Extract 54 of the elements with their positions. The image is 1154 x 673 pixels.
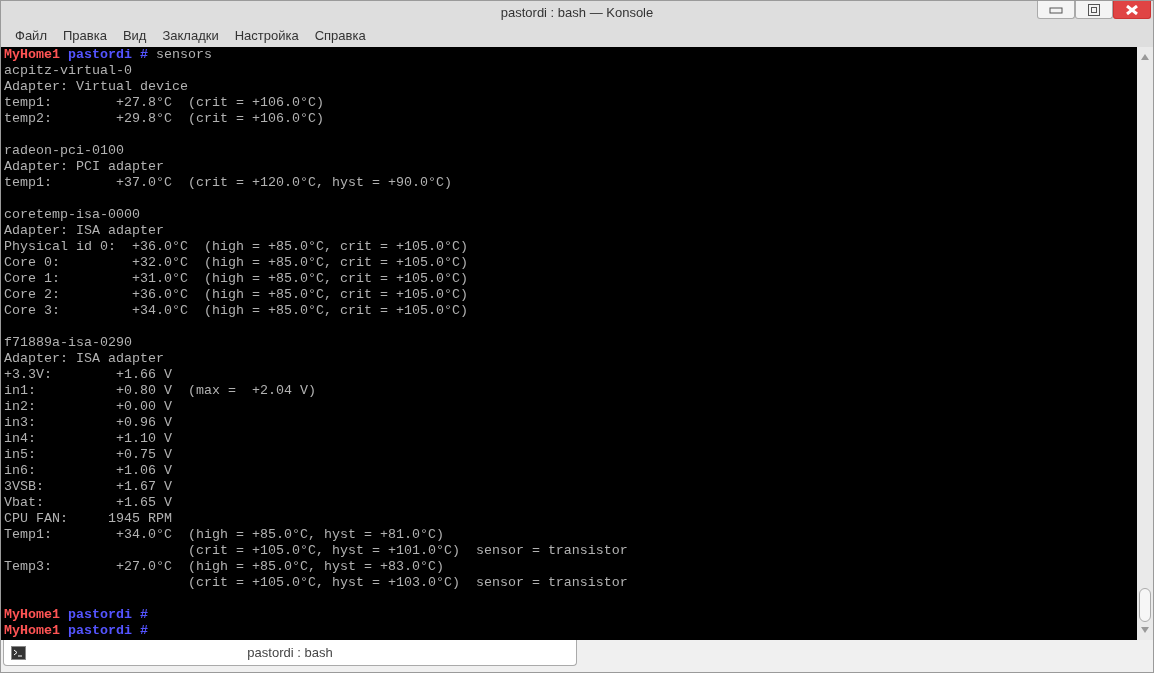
menu-item[interactable]: Вид [114,27,155,43]
output-line: +3.3V: +1.66 V [4,367,172,382]
output-line: Temp3: +27.0°C (high = +85.0°C, hyst = +83.0°C) [4,559,444,574]
terminal-icon [11,645,26,660]
terminal-tab[interactable]: pastordi : bash [3,640,577,666]
output-line: radeon-pci-0100 [4,143,124,158]
prompt-host: MyHome1 [4,607,60,622]
output-line: f71889a-isa-0290 [4,335,132,350]
maximize-button[interactable] [1075,1,1113,19]
scroll-up-icon[interactable] [1140,53,1150,61]
prompt-user: pastordi # [68,47,148,62]
output-line: CPU FAN: 1945 RPM [4,511,172,526]
minimize-icon [1049,5,1063,14]
prompt-host: MyHome1 [4,47,60,62]
prompt-user: pastordi # [68,607,148,622]
output-line: Temp1: +34.0°C (high = +85.0°C, hyst = +81.0°C) [4,527,444,542]
output-line: Physical id 0: +36.0°C (high = +85.0°C, crit = +105.0°C) [4,239,468,254]
menu-item[interactable]: Файл [7,27,55,43]
output-line: in5: +0.75 V [4,447,172,462]
output-line: Core 1: +31.0°C (high = +85.0°C, crit = +105.0°C) [4,271,468,286]
output-line: temp1: +27.8°C (crit = +106.0°C) [4,95,324,110]
menu-item[interactable]: Закладки [154,27,227,43]
output-line: (crit = +105.0°C, hyst = +103.0°C) sensor = transistor [186,575,628,590]
command-text: sensors [155,47,212,62]
output-line: 3VSB: +1.67 V [4,479,172,494]
close-icon [1126,4,1138,15]
prompt-user: pastordi # [68,623,148,638]
output-line: acpitz-virtual-0 [4,63,132,78]
maximize-icon [1088,3,1100,16]
output-line: Adapter: ISA adapter [4,351,164,366]
output-line: in1: +0.80 V (max = +2.04 V) [4,383,316,398]
output-line: in4: +1.10 V [4,431,172,446]
output-line: (crit = +105.0°C, hyst = +101.0°C) sensor = transistor [186,543,628,558]
output-line: Core 0: +32.0°C (high = +85.0°C, crit = +105.0°C) [4,255,468,270]
scroll-down-icon[interactable] [1140,626,1150,634]
scrollbar-thumb[interactable] [1139,588,1151,622]
output-line: in6: +1.06 V [4,463,172,478]
output-line: Vbat: +1.65 V [4,495,172,510]
output-line: in3: +0.96 V [4,415,172,430]
output-line: Adapter: PCI adapter [4,159,164,174]
output-line: coretemp-isa-0000 [4,207,140,222]
window-title: pastordi : bash — Konsole [500,4,654,20]
menu-item[interactable]: Справка [306,27,374,43]
prompt-host: MyHome1 [4,623,60,638]
output-line: temp1: +37.0°C (crit = +120.0°C, hyst = +90.0°C) [4,175,452,190]
output-line: Core 3: +34.0°C (high = +85.0°C, crit = +105.0°C) [4,303,468,318]
output-line: temp2: +29.8°C (crit = +106.0°C) [4,111,324,126]
close-button[interactable] [1113,1,1151,19]
menu-item[interactable]: Настройка [226,27,307,43]
output-line: Adapter: ISA adapter [4,223,164,238]
output-line: Adapter: Virtual device [4,79,188,94]
output-line: Core 2: +36.0°C (high = +85.0°C, crit = +105.0°C) [4,287,468,302]
menu-item[interactable]: Правка [54,27,115,43]
output-line: in2: +0.00 V [4,399,172,414]
